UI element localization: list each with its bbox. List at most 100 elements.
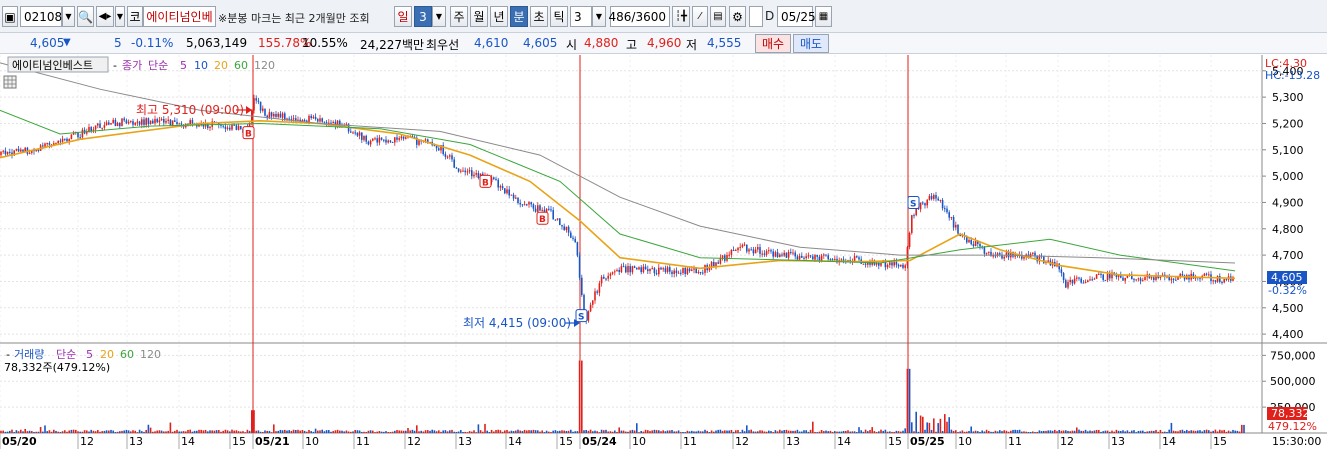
best-price-label: 최우선 <box>426 38 460 52</box>
candle-body <box>468 170 471 172</box>
volume-bar <box>977 431 979 433</box>
candle-body <box>127 122 130 124</box>
buy-mark-letter: B <box>245 130 252 140</box>
candle-body <box>103 125 106 128</box>
volume-bar <box>1230 431 1232 433</box>
volume-bar <box>576 431 579 433</box>
volume-bar <box>383 431 385 433</box>
second-button[interactable]: 초 <box>530 6 548 27</box>
period-day-button[interactable]: 일 <box>394 6 412 27</box>
candle-body <box>17 148 20 152</box>
volume-bar <box>202 430 205 433</box>
candle-body <box>574 238 576 243</box>
speaker-icon[interactable]: ◀▸ <box>96 6 114 27</box>
line-draw-icon[interactable]: ⁄ <box>692 6 708 27</box>
date-input[interactable]: 05/25 <box>777 6 816 27</box>
volume-bar <box>446 431 449 433</box>
candle-body <box>862 263 865 265</box>
candle-body <box>757 247 759 250</box>
candle-style-icon[interactable]: ┆╋ <box>672 6 690 27</box>
candle-body <box>600 276 603 284</box>
volume-bar <box>44 425 46 433</box>
buy-button[interactable]: 매수 <box>755 34 791 53</box>
candle-body <box>121 118 123 127</box>
period-dropdown-icon[interactable]: ▼ <box>432 6 446 27</box>
period-count[interactable]: 3 <box>414 6 432 27</box>
volume-bar <box>312 431 315 433</box>
candle-body <box>911 215 913 233</box>
time-tick-label: 13 <box>458 435 472 448</box>
time-tick-label: 12 <box>1060 435 1074 448</box>
volume-bar <box>141 431 143 433</box>
candle-body <box>893 261 895 266</box>
candle-body <box>4 150 7 155</box>
volume-bar <box>455 431 458 433</box>
stock-name-field[interactable]: 에이티넘인베 <box>143 6 216 27</box>
tick-button[interactable]: 틱 <box>550 6 568 27</box>
volume-bar <box>875 432 878 433</box>
candle-body <box>475 173 477 175</box>
volume-current: 78,332주(479.12%) <box>4 361 110 374</box>
volume-bar <box>1133 430 1135 433</box>
stock-code-input[interactable]: 021080 <box>20 6 70 27</box>
month-button[interactable]: 월 <box>470 6 488 27</box>
candle-body <box>699 272 702 274</box>
gear-icon[interactable]: ⚙ <box>729 6 746 27</box>
volume-bar <box>761 430 763 433</box>
candle-body <box>908 232 911 248</box>
save-icon[interactable]: ▤ <box>710 6 726 27</box>
volume-bar <box>281 430 284 433</box>
calendar-icon[interactable]: ▦ <box>815 6 832 27</box>
volume-bar <box>796 429 799 433</box>
volume-bar <box>521 431 524 433</box>
ma120-line <box>0 62 1236 264</box>
candle-body <box>985 252 988 254</box>
candle-body <box>99 123 101 128</box>
volume-bar <box>763 431 766 433</box>
ma60-line <box>0 109 1236 272</box>
volume-bar <box>1084 429 1087 433</box>
sell-button[interactable]: 매도 <box>793 34 829 53</box>
legend-ma20: 20 <box>214 59 228 72</box>
interval-input[interactable]: 3 <box>570 6 592 27</box>
volume-bar <box>1183 430 1186 433</box>
candle-body <box>785 252 788 258</box>
week-button[interactable]: 주 <box>450 6 468 27</box>
volume-bar <box>642 431 645 433</box>
grid-icon[interactable] <box>3 75 17 89</box>
volume-bar <box>935 431 937 433</box>
volume-bar <box>341 430 343 433</box>
year-button[interactable]: 년 <box>490 6 508 27</box>
search-icon[interactable]: 🔍 <box>77 6 94 27</box>
volume-bar <box>218 430 220 433</box>
candle-body <box>658 267 660 275</box>
candle-body <box>651 268 653 270</box>
volume-bar <box>1201 431 1203 433</box>
candle-body <box>141 119 143 125</box>
speaker-dropdown-icon[interactable]: ▼ <box>115 6 125 27</box>
data-count-field[interactable]: 486/3600 <box>609 6 670 27</box>
candle-body <box>1139 278 1142 281</box>
minute-button[interactable]: 분 <box>510 6 528 27</box>
volume-bar <box>1232 429 1234 433</box>
volume-bar <box>526 430 528 433</box>
code-dropdown-icon[interactable]: ▼ <box>62 6 75 27</box>
volume-bar <box>123 430 125 433</box>
time-tick-label: 12 <box>735 435 749 448</box>
candle-body <box>317 119 319 122</box>
volume-bar <box>4 431 7 433</box>
candle-body <box>759 247 761 254</box>
candle-body <box>693 268 695 270</box>
candle-body <box>803 257 805 259</box>
volume-bar <box>1161 431 1164 433</box>
candle-body <box>396 137 398 140</box>
interval-dropdown-icon[interactable]: ▼ <box>592 6 606 27</box>
volume-bar <box>409 430 411 433</box>
volume-bar <box>1089 430 1091 433</box>
date-checkbox[interactable] <box>749 6 763 27</box>
stock-chart[interactable]: BBBSS 5,400 5,300 5,200 5,100 5,000 4,900 4,80… <box>0 55 1327 449</box>
volume-bar <box>578 360 581 433</box>
volume-bar <box>653 429 656 433</box>
candle-body <box>603 276 605 279</box>
layout-icon[interactable]: ▣ <box>2 6 18 27</box>
